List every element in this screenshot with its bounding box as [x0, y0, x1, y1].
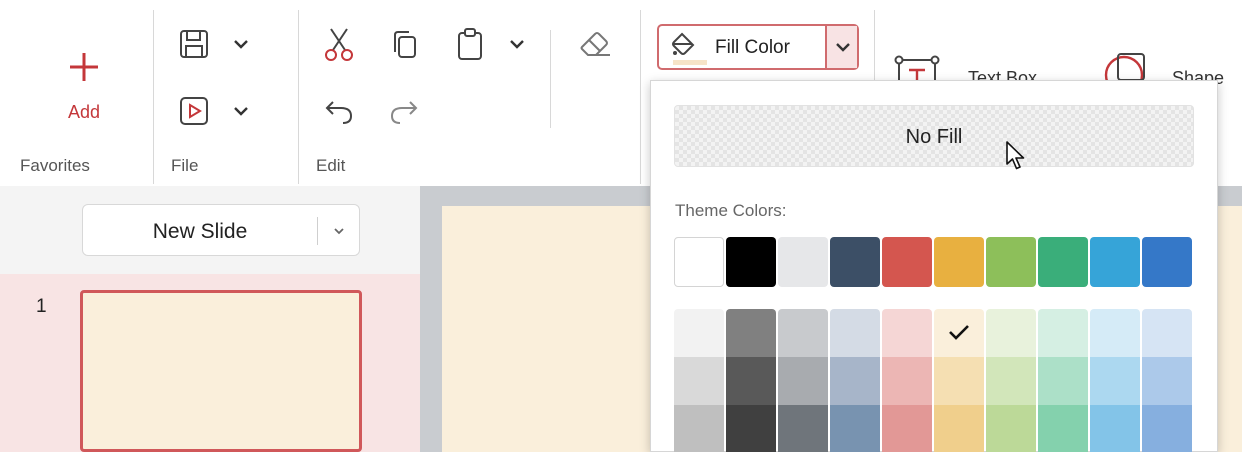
shade-swatch[interactable]: [1090, 405, 1140, 452]
paste-icon[interactable]: [455, 26, 485, 62]
fill-color-dropdown: No Fill Theme Colors:: [650, 80, 1218, 452]
shade-swatch[interactable]: [934, 309, 984, 357]
group-divider: [298, 10, 299, 184]
shade-swatch[interactable]: [778, 405, 828, 452]
group-divider: [153, 10, 154, 184]
shade-swatch[interactable]: [1142, 357, 1192, 405]
shade-swatch[interactable]: [882, 309, 932, 357]
save-icon[interactable]: [178, 28, 210, 60]
fill-color-dropdown-toggle[interactable]: [825, 26, 857, 68]
shade-swatch[interactable]: [986, 405, 1036, 452]
shade-column: [830, 309, 880, 452]
shade-swatch[interactable]: [726, 357, 776, 405]
fill-color-swatch: [673, 60, 707, 65]
shade-column: [1142, 309, 1192, 452]
theme-colors-label: Theme Colors:: [675, 201, 787, 220]
shade-swatch[interactable]: [830, 405, 880, 452]
shade-column: [726, 309, 776, 452]
theme-color-swatch[interactable]: [1142, 237, 1192, 287]
shade-swatch[interactable]: [674, 357, 724, 405]
slides-panel: New Slide 1: [0, 186, 420, 452]
group-label-favorites: Favorites: [20, 156, 90, 175]
theme-color-swatch[interactable]: [778, 237, 828, 287]
checkmark-icon: [948, 323, 970, 346]
divider: [550, 30, 551, 128]
shade-swatch[interactable]: [1090, 357, 1140, 405]
mouse-cursor-icon: [1005, 140, 1027, 177]
copy-icon[interactable]: [390, 28, 420, 62]
theme-color-swatch[interactable]: [882, 237, 932, 287]
group-label-file: File: [171, 156, 199, 175]
shade-swatch[interactable]: [1038, 357, 1088, 405]
group-divider: [640, 10, 641, 184]
shade-swatch[interactable]: [830, 357, 880, 405]
undo-icon[interactable]: [323, 96, 355, 126]
shade-column: [778, 309, 828, 452]
shade-swatch[interactable]: [934, 405, 984, 452]
shade-swatch[interactable]: [1038, 309, 1088, 357]
group-label-edit: Edit: [316, 156, 346, 175]
shade-column: [1038, 309, 1088, 452]
shade-swatch[interactable]: [986, 357, 1036, 405]
add-label: Add: [67, 102, 101, 122]
no-fill-label: No Fill: [905, 126, 963, 148]
eraser-icon[interactable]: [578, 28, 612, 58]
chevron-down-icon[interactable]: [509, 38, 525, 50]
shade-column: [1090, 309, 1140, 452]
chevron-down-icon[interactable]: [333, 227, 345, 236]
scissors-icon[interactable]: [323, 26, 355, 62]
chevron-down-icon: [835, 41, 851, 53]
shade-column: [986, 309, 1036, 452]
slide-number: 1: [36, 296, 47, 317]
shade-swatch[interactable]: [778, 357, 828, 405]
add-button[interactable]: Add: [44, 50, 124, 130]
plus-icon: [67, 50, 101, 84]
redo-icon[interactable]: [388, 96, 420, 126]
slide-thumbnail[interactable]: [80, 290, 362, 452]
shade-swatch[interactable]: [778, 309, 828, 357]
theme-color-swatch[interactable]: [1090, 237, 1140, 287]
shade-swatch[interactable]: [1142, 309, 1192, 357]
chevron-down-icon[interactable]: [233, 38, 249, 50]
shade-swatch[interactable]: [1142, 405, 1192, 452]
chevron-down-icon[interactable]: [233, 105, 249, 117]
shade-swatch[interactable]: [674, 405, 724, 452]
paint-bucket-icon: [671, 32, 701, 58]
shade-swatch[interactable]: [1038, 405, 1088, 452]
new-slide-label: New Slide: [152, 220, 248, 243]
shade-swatch[interactable]: [882, 405, 932, 452]
shade-swatch[interactable]: [986, 309, 1036, 357]
fill-color-label: Fill Color: [715, 37, 790, 58]
theme-color-swatch[interactable]: [1038, 237, 1088, 287]
shade-swatch[interactable]: [726, 405, 776, 452]
shade-column: [934, 309, 984, 452]
theme-colors-row: [674, 237, 1194, 287]
new-slide-button[interactable]: New Slide: [82, 204, 360, 256]
theme-color-swatch[interactable]: [986, 237, 1036, 287]
shade-swatch[interactable]: [726, 309, 776, 357]
fill-color-button[interactable]: Fill Color: [657, 24, 859, 70]
theme-color-swatch[interactable]: [674, 237, 724, 287]
theme-color-swatch[interactable]: [830, 237, 880, 287]
theme-color-swatch[interactable]: [934, 237, 984, 287]
shade-swatch[interactable]: [1090, 309, 1140, 357]
present-icon[interactable]: [178, 95, 210, 127]
shade-swatch[interactable]: [882, 357, 932, 405]
shade-swatch[interactable]: [830, 309, 880, 357]
no-fill-button[interactable]: No Fill: [674, 105, 1194, 170]
shade-column: [674, 309, 724, 452]
shade-swatch[interactable]: [674, 309, 724, 357]
theme-color-swatch[interactable]: [726, 237, 776, 287]
shade-column: [882, 309, 932, 452]
theme-shades-grid: [674, 309, 1194, 452]
shade-swatch[interactable]: [934, 357, 984, 405]
divider: [317, 217, 318, 245]
